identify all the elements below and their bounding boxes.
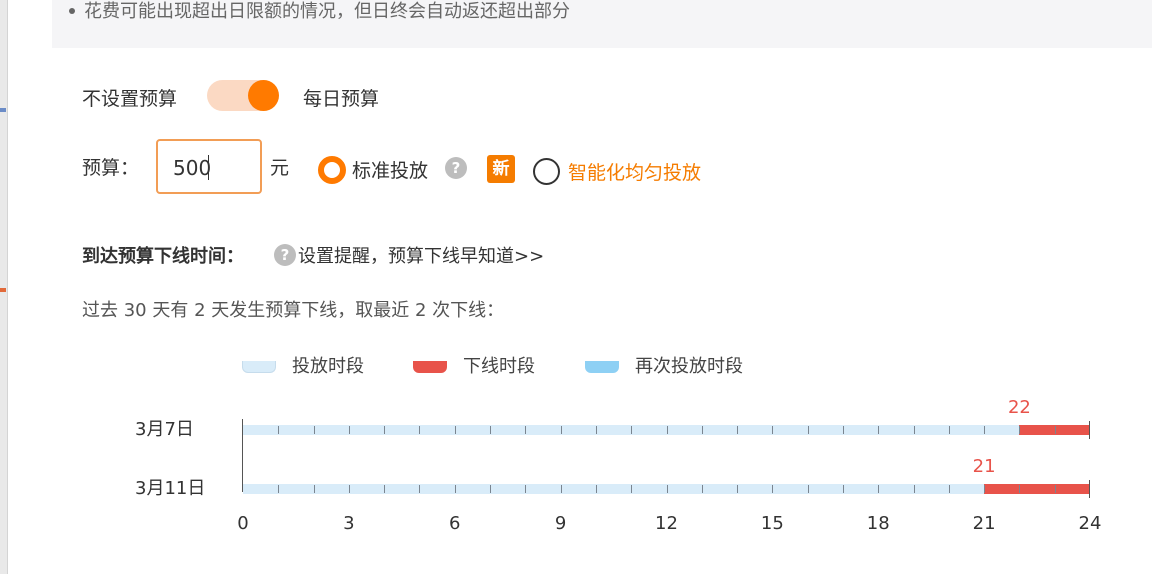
tip-text: 花费可能出现超出日限额的情况，但日终会自动返还超出部分 — [84, 1, 570, 22]
x-tick-label: 12 — [655, 513, 678, 534]
budget-value: 500 — [173, 156, 212, 180]
hour-tick — [490, 485, 492, 493]
tip-banner: 花费可能出现超出日限额的情况，但日终会自动返还超出部分 — [52, 0, 1152, 48]
standard-delivery-radio[interactable] — [318, 156, 346, 184]
smart-delivery-radio[interactable] — [533, 158, 560, 185]
end-tick — [1089, 480, 1090, 498]
text-caret — [208, 155, 209, 180]
hour-tick — [490, 426, 492, 434]
x-tick-label: 3 — [343, 513, 355, 534]
edge-mark — [0, 288, 6, 292]
smart-delivery-label[interactable]: 智能化均匀投放 — [568, 158, 701, 185]
hour-tick — [666, 485, 668, 493]
offline-summary: 过去 30 天有 2 天发生预算下线，取最近 2 次下线： — [82, 300, 505, 321]
hour-tick — [666, 426, 668, 434]
hour-tick — [913, 426, 915, 434]
hour-tick — [313, 485, 315, 493]
hour-tick — [631, 426, 633, 434]
window-edge — [0, 0, 8, 574]
hour-tick — [525, 426, 527, 434]
standard-delivery-label[interactable]: 标准投放 — [352, 156, 428, 183]
hour-tick — [878, 426, 880, 434]
hour-tick — [737, 426, 739, 434]
hour-tick — [1019, 485, 1021, 493]
hour-tick — [807, 485, 809, 493]
hour-tick — [772, 426, 774, 434]
currency-unit: 元 — [270, 157, 290, 179]
hour-tick — [525, 485, 527, 493]
toggle-knob — [248, 80, 279, 111]
hour-tick — [419, 485, 421, 493]
budget-mode-toggle[interactable] — [207, 80, 279, 111]
x-tick-label: 15 — [760, 513, 784, 534]
reminder-link[interactable]: 设置提醒，预算下线早知道>> — [298, 242, 544, 268]
hour-tick — [913, 485, 915, 493]
hour-tick — [454, 485, 456, 493]
hour-tick — [984, 485, 986, 493]
hour-tick — [278, 426, 280, 434]
hour-tick — [419, 426, 421, 434]
hour-tick — [595, 485, 597, 493]
legend-label-delivery: 投放时段 — [292, 356, 364, 377]
x-tick-label: 6 — [449, 513, 461, 534]
hour-tick — [278, 485, 280, 493]
hour-tick — [701, 485, 703, 493]
hour-tick — [842, 426, 844, 434]
question-icon[interactable]: ? — [445, 157, 467, 179]
offline-segment — [984, 484, 1090, 494]
row-date-label: 3月11日 — [135, 478, 206, 499]
legend-swatch-delivery — [242, 361, 276, 373]
hour-tick — [948, 426, 950, 434]
hour-tick — [454, 426, 456, 434]
hour-tick — [384, 426, 386, 434]
hour-tick — [1054, 426, 1056, 434]
row-date-label: 3月7日 — [135, 419, 194, 440]
daily-budget-label[interactable]: 每日预算 — [303, 84, 379, 111]
hour-tick — [772, 485, 774, 493]
legend-swatch-offline — [413, 361, 447, 373]
x-tick-label: 24 — [1078, 513, 1102, 534]
x-tick-label: 0 — [237, 513, 249, 534]
end-tick — [1089, 421, 1090, 439]
hour-tick — [348, 426, 350, 434]
hour-tick — [313, 426, 315, 434]
hour-tick — [984, 426, 986, 434]
hour-tick — [560, 426, 562, 434]
hour-tick — [1019, 426, 1021, 434]
hour-tick — [560, 485, 562, 493]
offline-heading: 到达预算下线时间： — [82, 246, 244, 267]
x-tick-label: 9 — [554, 513, 567, 534]
hour-tick — [631, 485, 633, 493]
hour-tick — [595, 426, 597, 434]
offline-start-marker: 22 — [1007, 397, 1031, 418]
x-tick-label: 21 — [972, 513, 996, 534]
question-icon[interactable]: ? — [274, 244, 296, 266]
no-budget-label[interactable]: 不设置预算 — [82, 84, 177, 111]
legend-swatch-redelivery — [585, 361, 619, 373]
budget-label: 预算： — [82, 157, 140, 179]
legend-label-offline: 下线时段 — [463, 356, 535, 377]
hour-tick — [384, 485, 386, 493]
hour-tick — [948, 485, 950, 493]
hour-tick — [807, 426, 809, 434]
bullet-icon — [69, 8, 75, 14]
hour-tick — [1054, 485, 1056, 493]
hour-tick — [701, 426, 703, 434]
hour-tick — [737, 485, 739, 493]
hour-tick — [348, 485, 350, 493]
x-tick-label: 18 — [866, 513, 890, 534]
hour-tick — [842, 485, 844, 493]
hour-tick — [878, 485, 880, 493]
offline-start-marker: 21 — [972, 456, 996, 477]
new-badge-icon: 新 — [487, 155, 515, 183]
budget-input[interactable]: 500 — [156, 139, 262, 194]
legend-label-redelivery: 再次投放时段 — [635, 356, 743, 377]
delivery-segment — [243, 484, 985, 494]
edge-mark — [0, 108, 6, 112]
